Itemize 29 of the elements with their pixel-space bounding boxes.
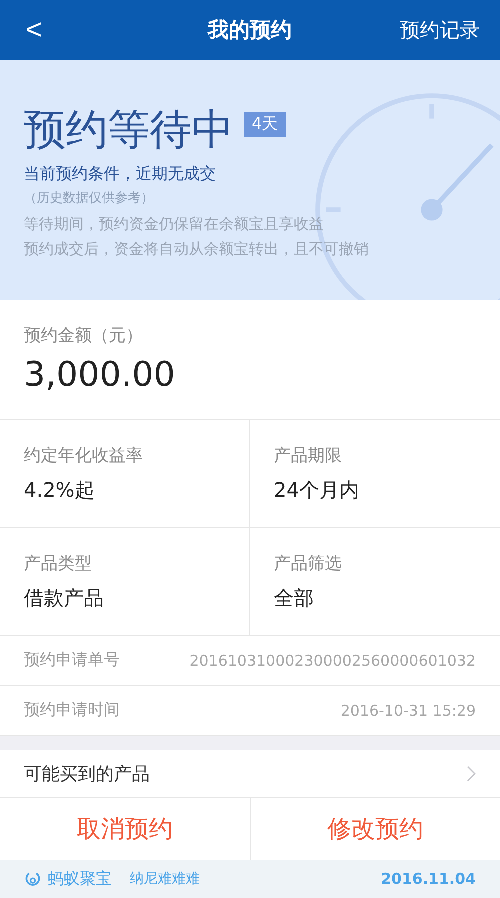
- back-button[interactable]: <: [20, 14, 48, 46]
- status-detail: 等待期间，预约资金仍保留在余额宝且享收益: [24, 214, 325, 234]
- info-label: 约定年化收益率: [24, 444, 144, 466]
- info-label: 预约申请时间: [24, 700, 120, 721]
- info-value: 借款产品: [24, 584, 105, 612]
- footer-date: 2016.11.04: [381, 870, 476, 888]
- brand-name: 蚂蚁聚宝: [48, 868, 112, 890]
- status-note: （历史数据仅供参考）: [24, 190, 155, 206]
- info-value: 全部: [274, 584, 315, 612]
- info-value: 201610310002300002560000601032: [190, 652, 476, 670]
- info-value: 24个月内: [274, 476, 360, 504]
- days-badge: 4天: [244, 112, 286, 137]
- user-name: 纳尼难难难: [130, 870, 200, 888]
- chevron-icon: [467, 766, 476, 782]
- info-label: 产品筛选: [274, 552, 343, 574]
- info-label: 产品期限: [274, 444, 343, 466]
- products-label: 可能买到的产品: [24, 762, 150, 786]
- info-label: 产品类型: [24, 552, 93, 574]
- info-label: 预约申请单号: [24, 650, 120, 671]
- records-link[interactable]: 预约记录: [400, 16, 480, 44]
- page-title: 我的预约: [206, 17, 293, 44]
- info-value: 4.2%起: [24, 476, 96, 504]
- status-detail: 预约成交后，资金将自动从余额宝转出，且不可撤销: [24, 240, 370, 258]
- amount-label: 预约金额（元）: [24, 325, 144, 347]
- status-title: 预约等待中: [24, 104, 234, 156]
- status-headline: 当前预约条件，近期无成交: [24, 164, 217, 184]
- amount-value: 3,000.00: [24, 355, 176, 395]
- info-value: 2016-10-31 15:29: [340, 702, 476, 720]
- logo-icon: [24, 870, 42, 888]
